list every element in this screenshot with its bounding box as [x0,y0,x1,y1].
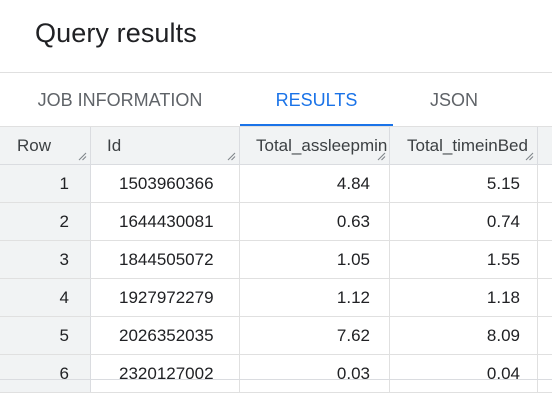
resize-handle-icon[interactable] [524,151,534,161]
table-row[interactable]: 3 1844505072 1.05 1.55 [0,241,552,279]
cell-total-asleep[interactable]: 0.63 [240,203,390,240]
cell-total-asleep[interactable]: 4.84 [240,165,390,202]
tab-job-information[interactable]: JOB INFORMATION [0,73,240,127]
table-row[interactable]: 2 1644430081 0.63 0.74 [0,203,552,241]
cell-id[interactable]: 1503960366 [91,165,240,202]
row-number: 3 [0,241,91,278]
row-number: 2 [0,203,91,240]
cell-total-time-in-bed[interactable]: 1.18 [390,279,538,316]
cell-total-time-in-bed[interactable]: 0.04 [390,355,538,392]
row-number: 1 [0,165,91,202]
cell-total-time-in-bed[interactable]: 1.55 [390,241,538,278]
cell-id[interactable]: 2026352035 [91,317,240,354]
row-number: 6 [0,355,91,392]
column-header-label: Id [107,136,122,155]
cell-id[interactable]: 1644430081 [91,203,240,240]
column-header-label: Total_assleepmin [256,136,388,155]
column-header-id[interactable]: Id [91,127,240,164]
cell-total-asleep[interactable]: 7.62 [240,317,390,354]
cell-id[interactable]: 1844505072 [91,241,240,278]
table-row[interactable]: 6 2320127002 0.03 0.04 [0,355,552,393]
cell-total-time-in-bed[interactable]: 8.09 [390,317,538,354]
cell-total-time-in-bed[interactable]: 5.15 [390,165,538,202]
row-number: 5 [0,317,91,354]
table-row[interactable]: 4 1927972279 1.12 1.18 [0,279,552,317]
cell-id[interactable]: 2320127002 [91,355,240,392]
cell-total-time-in-bed[interactable]: 0.74 [390,203,538,240]
table-header: Row Id Total_assleepmin Total_timeinBed [0,127,552,165]
resize-handle-icon[interactable] [226,151,236,161]
column-header-total-time-in-bed[interactable]: Total_timeinBed [390,127,538,164]
table-bottom-border [0,379,552,380]
table-row[interactable]: 1 1503960366 4.84 5.15 [0,165,552,203]
table-row[interactable]: 5 2026352035 7.62 8.09 [0,317,552,355]
page-title: Query results [35,18,197,48]
column-header-label: Row [17,136,52,155]
column-header-row[interactable]: Row [0,127,91,164]
cell-total-asleep[interactable]: 0.03 [240,355,390,392]
tab-results[interactable]: RESULTS [240,73,393,127]
row-number: 4 [0,279,91,316]
results-tabs: JOB INFORMATION RESULTS JSON [0,73,552,127]
tab-json[interactable]: JSON [393,73,515,127]
resize-handle-icon[interactable] [376,151,386,161]
results-table: Row Id Total_assleepmin Total_timeinBed … [0,127,552,393]
cell-id[interactable]: 1927972279 [91,279,240,316]
column-header-label: Total_timeinBed [407,136,528,155]
resize-handle-icon[interactable] [77,151,87,161]
cell-total-asleep[interactable]: 1.12 [240,279,390,316]
column-header-total-asleep[interactable]: Total_assleepmin [240,127,390,164]
cell-total-asleep[interactable]: 1.05 [240,241,390,278]
